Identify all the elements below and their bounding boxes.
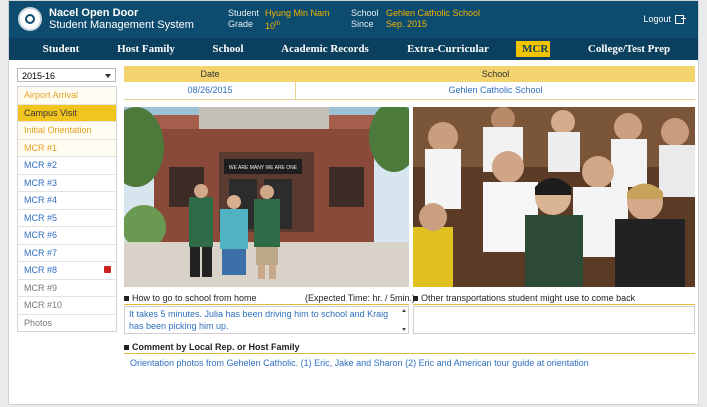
- bullet-square-icon: [413, 296, 418, 302]
- nav-extra-curricular[interactable]: Extra-Curricular: [399, 38, 497, 60]
- col-date-header: Date: [200, 69, 220, 79]
- info-table-header: Date School: [124, 66, 695, 82]
- nav-host-family[interactable]: Host Family: [107, 38, 185, 60]
- sidebar-item-mcr-8-label: MCR #8: [24, 265, 58, 275]
- other-transport-divider: [413, 304, 695, 305]
- comment-title: Comment by Local Rep. or Host Family: [124, 342, 300, 352]
- nav-mcr[interactable]: MCR: [516, 41, 550, 57]
- visit-school: Gehlen Catholic School: [448, 85, 543, 95]
- student-info-values: Hyung Min Nam 10th: [265, 8, 330, 32]
- other-transport-title: Other transportations student might use …: [413, 293, 635, 303]
- comment-text: Orientation photos from Gehelen Catholic…: [130, 358, 589, 368]
- sidebar-item-mcr-5[interactable]: MCR #5: [18, 209, 116, 227]
- howto-scrollbar[interactable]: [400, 307, 408, 333]
- svg-text:WE ARE MANY WE ARE ONE: WE ARE MANY WE ARE ONE: [229, 165, 298, 171]
- logout-icon: [675, 15, 686, 25]
- sidebar-item-mcr-8[interactable]: MCR #8: [18, 262, 116, 280]
- howto-textarea[interactable]: It takes 5 minutes. Julia has been drivi…: [124, 306, 409, 334]
- year-select[interactable]: 2015-16: [17, 68, 116, 82]
- sidebar-item-initial-orientation[interactable]: Initial Orientation: [18, 122, 116, 140]
- sidebar-item-mcr-1[interactable]: MCR #1: [18, 139, 116, 157]
- sidebar-item-mcr-7[interactable]: MCR #7: [18, 244, 116, 262]
- howto-title: How to go to school from home: [124, 293, 257, 303]
- school-name: Gehlen Catholic School: [386, 8, 481, 18]
- since-value: Sep. 2015: [386, 19, 428, 29]
- table-divider: [295, 82, 296, 100]
- sidebar-item-mcr-9[interactable]: MCR #9: [18, 279, 116, 297]
- brand-title: Nacel Open Door: [49, 7, 139, 19]
- grade-value: 10th: [265, 21, 281, 31]
- other-transport-textarea[interactable]: [413, 306, 695, 334]
- student-name: Hyung Min Nam: [265, 8, 330, 18]
- student-info-labels: Student Grade: [228, 8, 259, 30]
- nav-school[interactable]: School: [201, 38, 255, 60]
- sidebar-item-mcr-10[interactable]: MCR #10: [18, 297, 116, 315]
- sidebar-item-mcr-6[interactable]: MCR #6: [18, 227, 116, 245]
- bullet-square-icon: [124, 345, 129, 351]
- sidebar: Airport Arrival Campus Visit Initial Ori…: [17, 86, 117, 332]
- students-group-photo[interactable]: [413, 107, 695, 287]
- sidebar-item-mcr-3[interactable]: MCR #3: [18, 174, 116, 192]
- main-nav: Student Host Family School Academic Reco…: [9, 38, 698, 60]
- nav-student[interactable]: Student: [27, 38, 95, 60]
- school-label: School: [351, 8, 379, 18]
- brand-subtitle: Student Management System: [49, 19, 194, 31]
- sidebar-item-airport-arrival[interactable]: Airport Arrival: [18, 87, 116, 105]
- school-info-values: Gehlen Catholic School Sep. 2015: [386, 8, 480, 30]
- comment-divider: [124, 353, 695, 354]
- info-table-row: 08/26/2015 Gehlen Catholic School: [124, 82, 695, 100]
- alert-badge-icon: [104, 266, 111, 273]
- howto-divider: [124, 304, 409, 305]
- sidebar-item-photos[interactable]: Photos: [18, 314, 116, 331]
- since-label: Since: [351, 19, 374, 29]
- top-header: Nacel Open Door Student Management Syste…: [9, 1, 698, 38]
- chevron-down-icon: [105, 74, 111, 78]
- sidebar-item-mcr-2[interactable]: MCR #2: [18, 157, 116, 175]
- nav-college-test-prep[interactable]: College/Test Prep: [575, 38, 683, 60]
- app-frame: Nacel Open Door Student Management Syste…: [8, 0, 699, 405]
- scroll-down-icon: [402, 328, 406, 331]
- nav-academic-records[interactable]: Academic Records: [271, 38, 379, 60]
- logout-label: Logout: [643, 14, 671, 24]
- school-info-labels: School Since: [351, 8, 379, 30]
- col-school-header: School: [481, 69, 510, 79]
- year-select-value: 2015-16: [22, 71, 56, 81]
- brand: Nacel Open Door Student Management Syste…: [49, 7, 194, 31]
- grade-label: Grade: [228, 19, 254, 29]
- sidebar-item-campus-visit[interactable]: Campus Visit: [18, 104, 116, 122]
- howto-expected-time: (Expected Time: hr. / 5min.): [305, 293, 416, 303]
- bullet-square-icon: [124, 296, 129, 302]
- sidebar-item-mcr-4[interactable]: MCR #4: [18, 192, 116, 210]
- visit-date: 08/26/2015: [187, 85, 233, 95]
- school-entrance-photo[interactable]: WE ARE MANY WE ARE ONE: [124, 107, 409, 287]
- logout-button[interactable]: Logout: [643, 14, 686, 25]
- nacel-logo-icon[interactable]: [18, 7, 42, 31]
- scroll-up-icon: [402, 309, 406, 312]
- howto-text: It takes 5 minutes. Julia has been drivi…: [129, 309, 389, 331]
- student-label: Student: [228, 8, 260, 18]
